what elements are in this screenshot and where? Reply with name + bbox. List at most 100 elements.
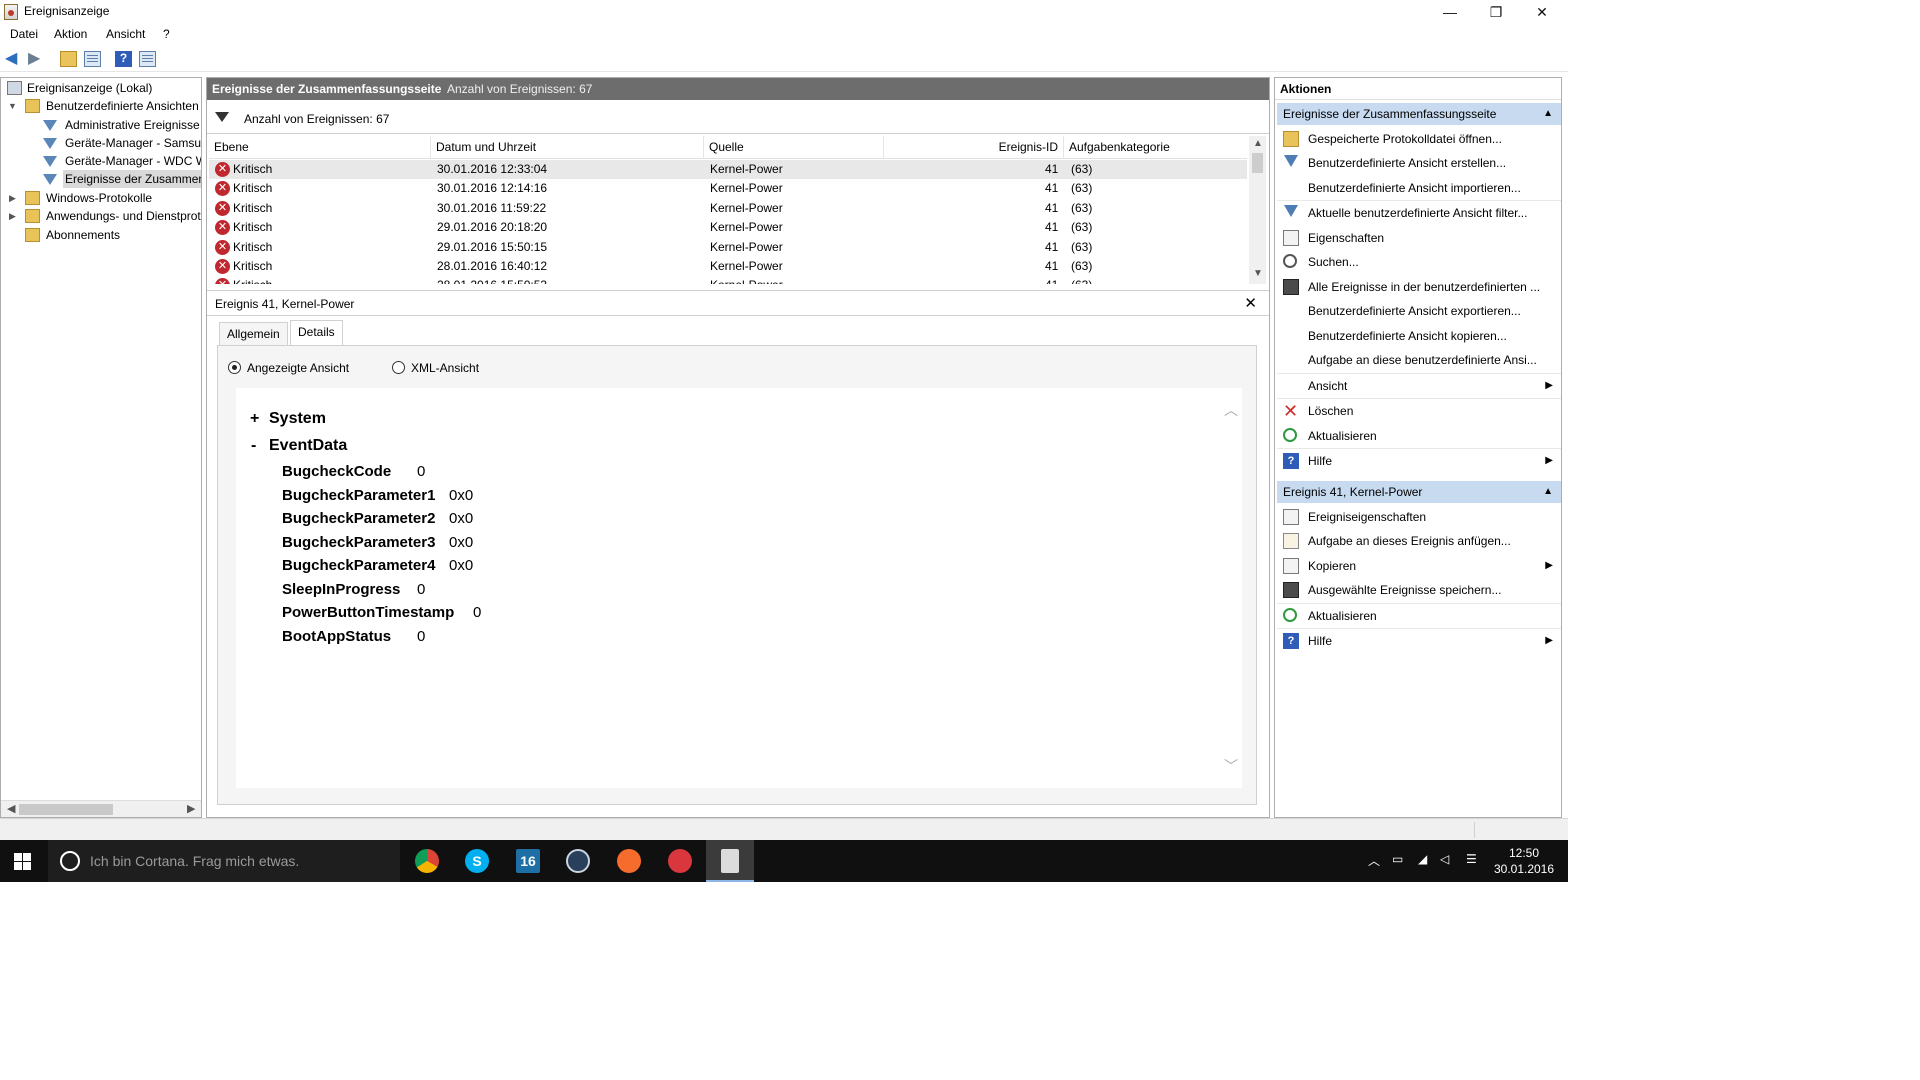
scroll-thumb[interactable] [1252, 153, 1263, 173]
action-attach-task-view[interactable]: Aufgabe an diese benutzerdefinierte Ansi… [1277, 348, 1561, 372]
table-header: Ebene Datum und Uhrzeit Quelle Ereignis-… [209, 136, 1247, 159]
action-event-properties[interactable]: Ereigniseigenschaften [1277, 505, 1561, 529]
up-folder-icon[interactable] [60, 51, 77, 67]
eventdata-collapse-toggle[interactable]: - [251, 437, 256, 455]
action-find[interactable]: Suchen... [1277, 250, 1561, 274]
network-icon[interactable]: ◢ [1418, 852, 1427, 866]
windows-logo-icon [14, 862, 22, 870]
action-help-event[interactable]: ? Hilfe ▶ [1277, 629, 1561, 653]
action-open-saved-log[interactable]: Gespeicherte Protokolldatei öffnen... [1277, 127, 1561, 151]
scroll-down-icon[interactable]: ﹀ [1224, 756, 1238, 776]
action-create-custom-view[interactable]: Benutzerdefinierte Ansicht erstellen... [1277, 151, 1561, 175]
action-refresh[interactable]: Aktualisieren [1277, 424, 1561, 448]
action-delete[interactable]: ✕ Löschen [1277, 399, 1561, 423]
taskbar-app-red[interactable] [656, 840, 704, 882]
forward-arrow-icon[interactable]: ▶ [28, 51, 45, 67]
menu-datei[interactable]: Datei [10, 27, 38, 41]
volume-muted-icon[interactable]: ◁ [1440, 852, 1449, 866]
show-hide-tree-icon[interactable] [84, 51, 101, 67]
field-key: BugcheckParameter1 [282, 487, 436, 504]
table-row[interactable]: ✕ Kritisch 30.01.2016 12:33:04 Kernel-Po… [209, 160, 1247, 179]
collapse-icon[interactable]: ▲ [1543, 481, 1553, 503]
action-export-custom-view[interactable]: Benutzerdefinierte Ansicht exportieren..… [1277, 299, 1561, 323]
table-row[interactable]: ✕ Kritisch 28.01.2016 15:50:53 Kernel-Po… [209, 276, 1247, 284]
taskbar-chrome[interactable] [403, 840, 451, 882]
menu-aktion[interactable]: Aktion [54, 27, 87, 41]
scroll-down-icon[interactable]: ▼ [1253, 268, 1263, 279]
battery-icon[interactable]: ▭ [1392, 852, 1403, 866]
show-hide-action-pane-icon[interactable] [139, 51, 156, 67]
col-ereignis-id[interactable]: Ereignis-ID [884, 136, 1064, 159]
start-button[interactable] [14, 853, 31, 870]
close-detail-icon[interactable]: ✕ [1244, 294, 1257, 312]
filter-bar: Anzahl von Ereignissen: 67 [207, 100, 1269, 134]
tab-details[interactable]: Details [290, 320, 343, 346]
critical-icon: ✕ [215, 240, 230, 255]
menu-bar: Datei Aktion Ansicht ? [0, 24, 1568, 46]
maximize-button[interactable]: ❐ [1473, 0, 1519, 24]
show-hidden-icons-icon[interactable]: ︿ [1368, 852, 1380, 869]
expand-icon[interactable]: ▶ [9, 207, 19, 225]
taskbar-event-viewer[interactable] [706, 840, 754, 882]
table-row[interactable]: ✕ Kritisch 29.01.2016 15:50:15 Kernel-Po… [209, 238, 1247, 257]
skype-icon: S [465, 849, 489, 873]
table-row[interactable]: ✕ Kritisch 29.01.2016 20:18:20 Kernel-Po… [209, 218, 1247, 237]
collapse-icon[interactable]: ▲ [1543, 103, 1553, 125]
windows-logo-icon [14, 853, 22, 861]
taskbar-skype[interactable]: S [453, 840, 501, 882]
actions-section-summary[interactable]: Ereignisse der Zusammenfassungsseite ▲ [1277, 103, 1561, 125]
action-properties[interactable]: Eigenschaften [1277, 226, 1561, 250]
menu-ansicht[interactable]: Ansicht [106, 27, 145, 41]
collapse-icon[interactable]: ▼ [8, 97, 18, 115]
close-button[interactable]: ✕ [1519, 0, 1565, 24]
taskbar-steam[interactable] [554, 840, 602, 882]
table-vertical-scrollbar[interactable]: ▲ ▼ [1249, 136, 1266, 284]
radio-unselected[interactable] [392, 361, 405, 374]
col-quelle[interactable]: Quelle [704, 136, 884, 159]
notifications-icon[interactable]: ☰ [1466, 852, 1477, 866]
action-copy-custom-view[interactable]: Benutzerdefinierte Ansicht kopieren... [1277, 324, 1561, 348]
expand-icon[interactable]: ▶ [9, 189, 19, 207]
taskbar-app-16[interactable]: 16 [504, 840, 552, 882]
taskbar-clock[interactable]: 12:50 30.01.2016 [1488, 845, 1560, 877]
col-aufgabenkategorie[interactable]: Aufgabenkategorie [1064, 136, 1247, 159]
table-row[interactable]: ✕ Kritisch 30.01.2016 11:59:22 Kernel-Po… [209, 199, 1247, 218]
tab-allgemein[interactable]: Allgemein [219, 322, 288, 346]
system-expand-toggle[interactable]: + [250, 410, 259, 428]
status-segment [1474, 822, 1475, 838]
action-attach-task-event[interactable]: Aufgabe an dieses Ereignis anfügen... [1277, 529, 1561, 553]
action-import-custom-view[interactable]: Benutzerdefinierte Ansicht importieren..… [1277, 176, 1561, 200]
col-datum[interactable]: Datum und Uhrzeit [431, 136, 704, 159]
scroll-thumb[interactable] [19, 804, 113, 815]
action-save-all-events[interactable]: Alle Ereignisse in der benutzerdefiniert… [1277, 275, 1561, 299]
action-refresh-event[interactable]: Aktualisieren [1277, 604, 1561, 628]
field-value: 0x0 [449, 510, 474, 527]
binoculars-icon [1283, 254, 1297, 268]
table-row[interactable]: ✕ Kritisch 28.01.2016 16:40:12 Kernel-Po… [209, 257, 1247, 276]
filter-icon[interactable] [215, 112, 229, 122]
cortana-search-box[interactable]: Ich bin Cortana. Frag mich etwas. [48, 840, 400, 882]
eventdata-node[interactable]: EventData [269, 437, 347, 455]
taskbar-origin[interactable] [605, 840, 653, 882]
tree-horizontal-scrollbar[interactable]: ◀ ▶ [1, 800, 201, 817]
action-view[interactable]: Ansicht ▶ [1277, 374, 1561, 398]
menu-help[interactable]: ? [163, 27, 170, 41]
scroll-left-icon[interactable]: ◀ [7, 801, 15, 817]
scroll-up-icon[interactable]: ︿ [1224, 400, 1238, 420]
submenu-arrow-icon: ▶ [1545, 560, 1553, 571]
action-copy[interactable]: Kopieren ▶ [1277, 554, 1561, 578]
col-ebene[interactable]: Ebene [209, 136, 431, 159]
scroll-right-icon[interactable]: ▶ [187, 801, 195, 817]
scroll-up-icon[interactable]: ▲ [1253, 138, 1263, 149]
table-row[interactable]: ✕ Kritisch 30.01.2016 12:14:16 Kernel-Po… [209, 179, 1247, 198]
radio-selected[interactable] [228, 361, 241, 374]
system-node[interactable]: System [269, 410, 326, 428]
windows-logo-icon [23, 853, 31, 861]
back-arrow-icon[interactable]: ◀ [5, 51, 22, 67]
minimize-button[interactable]: — [1427, 0, 1473, 24]
action-save-selected[interactable]: Ausgewählte Ereignisse speichern... [1277, 578, 1561, 602]
help-icon[interactable]: ? [115, 51, 132, 67]
action-filter-custom-view[interactable]: Aktuelle benutzerdefinierte Ansicht filt… [1277, 201, 1561, 225]
actions-section-event[interactable]: Ereignis 41, Kernel-Power ▲ [1277, 481, 1561, 503]
action-help[interactable]: ? Hilfe ▶ [1277, 449, 1561, 473]
